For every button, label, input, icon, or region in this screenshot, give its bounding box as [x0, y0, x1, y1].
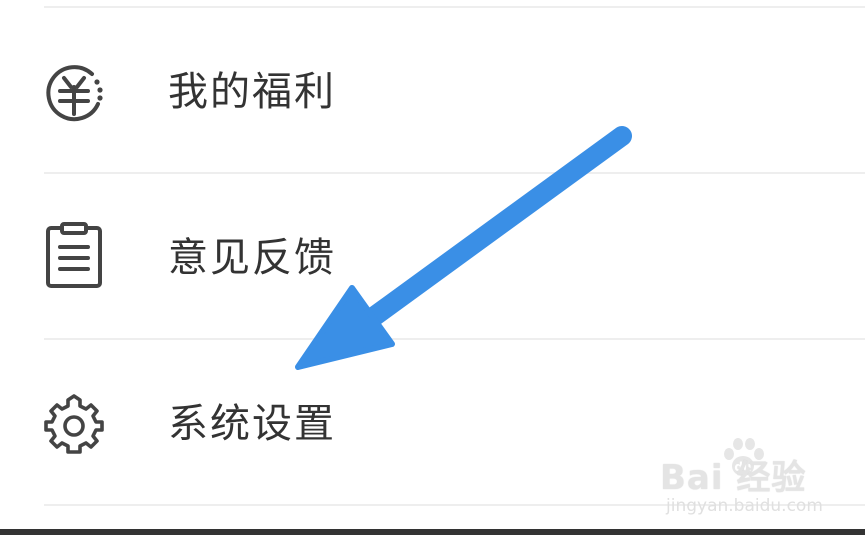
menu-item-label: 系统设置 — [168, 401, 336, 447]
divider — [44, 172, 865, 174]
clipboard-icon — [40, 222, 108, 290]
divider — [44, 338, 865, 340]
watermark-logo: Bai 经验 — [660, 458, 807, 498]
divider-top — [44, 6, 865, 8]
watermark-site: jingyan.baidu.com — [666, 496, 823, 516]
yuan-coin-icon — [40, 60, 108, 128]
bottom-edge — [0, 529, 865, 535]
baidu-jingyan-watermark: du Bai 经验 jingyan.baidu.com — [660, 436, 830, 520]
menu-item-label: 我的福利 — [168, 69, 336, 115]
menu-item-feedback[interactable]: 意见反馈 — [0, 176, 865, 336]
menu-item-my-benefits[interactable]: 我的福利 — [0, 10, 865, 170]
menu-item-label: 意见反馈 — [168, 235, 336, 281]
gear-icon — [40, 390, 108, 458]
